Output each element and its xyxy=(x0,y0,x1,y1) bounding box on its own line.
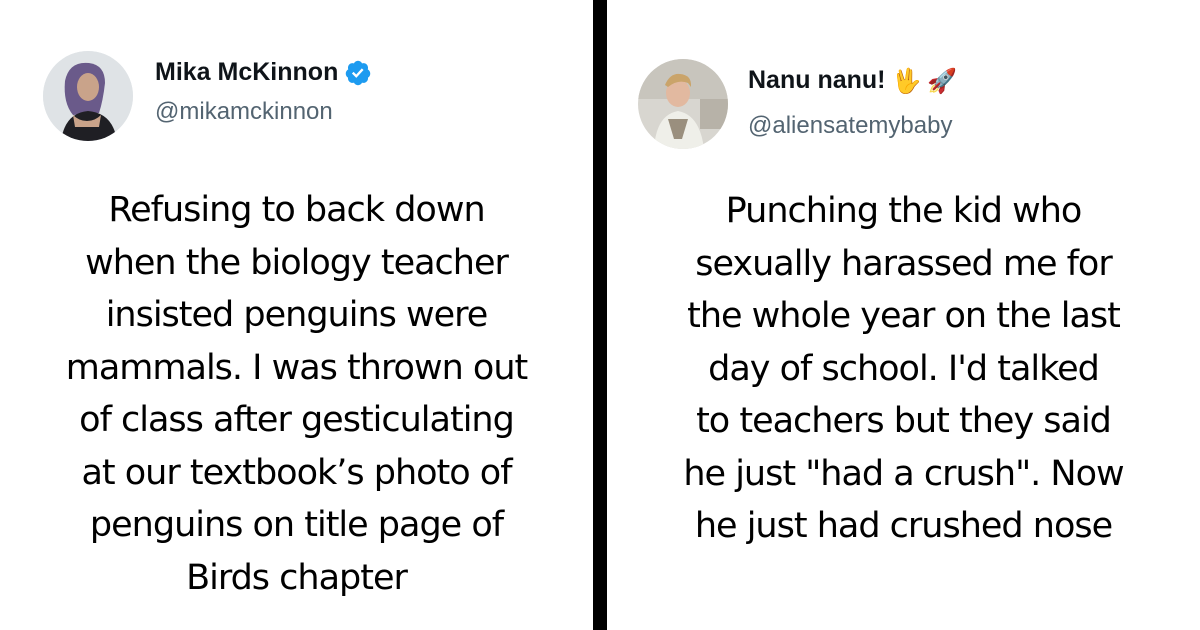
display-name[interactable]: Mika McKinnon xyxy=(155,58,338,87)
tweet-text-line: Punching the kid who xyxy=(725,191,1083,231)
avatar-photo xyxy=(638,59,728,149)
tweet-text-line: to teachers but they said xyxy=(696,401,1112,441)
tweet-text-line: at our textbook’s photo of xyxy=(81,452,512,493)
left-tweet-card: Mika McKinnon @mikamckinnon Refusing to … xyxy=(0,0,593,630)
avatar[interactable] xyxy=(43,51,133,141)
tweet-text-line: he just "had a crush". Now xyxy=(683,453,1124,494)
verified-badge-icon xyxy=(346,60,371,85)
display-name[interactable]: Nanu nanu! xyxy=(748,66,886,95)
tweet-text-line: of class after gesticulating xyxy=(79,400,515,440)
tweet-text: Refusing to back down when the biology t… xyxy=(20,184,573,604)
handle[interactable]: @mikamckinnon xyxy=(155,98,333,126)
tweet-text: Punching the kid who sexually harassed m… xyxy=(617,185,1190,553)
vulcan-salute-icon: 🖖 xyxy=(891,66,922,95)
tweet-text-line: he just had crushed nose xyxy=(694,506,1113,546)
author-name-row: Mika McKinnon xyxy=(155,58,372,87)
rocket-icon: 🚀 xyxy=(927,66,958,95)
tweet-text-line: the whole year on the last xyxy=(687,296,1121,336)
handle[interactable]: @aliensatemybaby xyxy=(748,112,952,140)
tweet-text-line: insisted penguins were xyxy=(105,295,489,335)
panel-divider xyxy=(593,0,607,630)
avatar-photo xyxy=(43,51,133,141)
right-tweet-card: Nanu nanu! 🖖 🚀 @aliensatemybaby Punching… xyxy=(607,0,1200,630)
avatar[interactable] xyxy=(638,59,728,149)
tweet-text-line: mammals. I was thrown out xyxy=(65,347,528,388)
tweet-text-line: day of school. I'd talked xyxy=(708,348,1100,389)
tweet-text-line: sexually harassed me for xyxy=(695,243,1112,284)
tweet-text-line: when the biology teacher xyxy=(85,242,509,283)
tweet-text-line: Birds chapter xyxy=(186,557,408,598)
tweet-text-line: Refusing to back down xyxy=(108,190,485,230)
tweet-text-line: penguins on title page of xyxy=(89,505,504,545)
author-name-row: Nanu nanu! 🖖 🚀 xyxy=(748,66,957,95)
